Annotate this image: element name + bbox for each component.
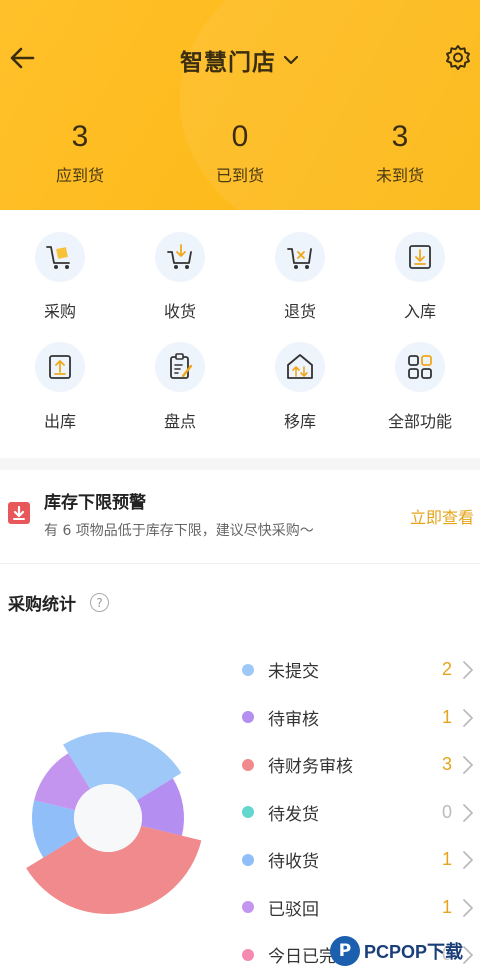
func-label: 移库 xyxy=(283,412,316,431)
settings-button[interactable] xyxy=(440,40,476,76)
func-inventory-check[interactable]: 盘点 xyxy=(120,342,240,452)
func-outbound[interactable]: 出库 xyxy=(0,342,120,452)
legend-dot xyxy=(242,901,254,914)
purchase-pie-chart xyxy=(26,732,202,914)
watermark-text: PCPOP下载 xyxy=(364,942,464,962)
cart-down-icon xyxy=(155,232,205,282)
func-receive[interactable]: 收货 xyxy=(120,232,240,342)
store-selector[interactable]: 智慧门店 xyxy=(0,42,480,78)
stat-label: 应到货 xyxy=(55,166,104,185)
stat-label: 已到货 xyxy=(215,166,264,185)
legend-item-unsubmitted[interactable]: 未提交 2 xyxy=(230,646,480,694)
legend-dot xyxy=(242,948,254,961)
page-title: 智慧门店 xyxy=(180,50,276,76)
legend-value: 3 xyxy=(441,754,452,775)
stat-value: 0 xyxy=(231,120,249,153)
stock-alert[interactable]: 库存下限预警 有 6 项物品低于库存下限，建议尽快采购～ 立即查看 xyxy=(0,478,480,558)
legend-dot xyxy=(242,663,254,676)
legend-item-pending-receipt[interactable]: 待收货 1 xyxy=(230,836,480,884)
legend-dot xyxy=(242,758,254,771)
cart-box-icon xyxy=(35,232,85,282)
func-inbound[interactable]: 入库 xyxy=(360,232,480,342)
download-alert-icon xyxy=(8,502,30,524)
legend-label: 待收货 xyxy=(268,852,319,873)
stat-arrived[interactable]: 0 已到货 xyxy=(160,118,320,186)
gear-icon xyxy=(446,45,470,70)
stat-value: 3 xyxy=(391,120,409,153)
chevron-right-icon xyxy=(463,661,473,679)
legend-dot xyxy=(242,853,254,866)
grid-icon xyxy=(395,342,445,392)
chevron-right-icon xyxy=(463,756,473,774)
alert-description: 有 6 项物品低于库存下限，建议尽快采购～ xyxy=(44,523,314,539)
func-label: 全部功能 xyxy=(387,412,452,431)
clipboard-icon xyxy=(155,342,205,392)
stat-expected[interactable]: 3 应到货 xyxy=(0,118,160,186)
view-now-link[interactable]: 立即查看 xyxy=(410,504,474,528)
inbox-down-icon xyxy=(395,232,445,282)
help-icon[interactable]: ? xyxy=(90,593,109,612)
legend-label: 未提交 xyxy=(268,662,319,683)
legend-value: 2 xyxy=(441,659,452,680)
func-label: 退货 xyxy=(283,302,316,321)
alert-title: 库存下限预警 xyxy=(44,493,146,513)
legend-item-pending-review[interactable]: 待审核 1 xyxy=(230,694,480,742)
func-purchase[interactable]: 采购 xyxy=(0,232,120,342)
legend-item-rejected[interactable]: 已驳回 1 xyxy=(230,884,480,932)
legend-label: 待财务审核 xyxy=(268,757,353,778)
func-label: 出库 xyxy=(43,412,76,431)
legend-value: 1 xyxy=(441,706,452,727)
stat-not-arrived[interactable]: 3 未到货 xyxy=(320,118,480,186)
chevron-right-icon xyxy=(463,803,473,822)
legend-value: 1 xyxy=(441,896,452,917)
section-title: 采购统计 ? xyxy=(8,590,109,615)
func-label: 采购 xyxy=(43,302,76,321)
chevron-right-icon xyxy=(463,851,473,869)
divider xyxy=(0,563,480,564)
legend-dot xyxy=(242,711,254,724)
legend-value: 0 xyxy=(441,801,452,822)
section-divider xyxy=(0,458,480,470)
tray-up-icon xyxy=(35,342,85,392)
legend-value: 1 xyxy=(441,849,452,870)
chevron-right-icon xyxy=(463,898,473,917)
func-return[interactable]: 退货 xyxy=(240,232,360,342)
func-label: 盘点 xyxy=(163,412,196,431)
func-label: 入库 xyxy=(403,302,436,321)
cart-x-icon xyxy=(275,232,325,282)
func-transfer[interactable]: 移库 xyxy=(240,342,360,452)
chevron-down-icon xyxy=(283,55,299,65)
warehouse-transfer-icon xyxy=(275,342,325,392)
legend-item-pending-finance[interactable]: 待财务审核 3 xyxy=(230,741,480,789)
arrival-stats: 3 应到货 0 已到货 3 未到货 xyxy=(0,118,480,186)
chevron-right-icon xyxy=(463,708,473,727)
legend-label: 待审核 xyxy=(268,709,319,730)
function-grid: 采购 收货 退货 入库 出库 盘点 移库 全部功能 xyxy=(0,232,480,452)
func-label: 收货 xyxy=(163,302,196,321)
legend-item-pending-shipment[interactable]: 待发货 0 xyxy=(230,789,480,837)
legend-dot xyxy=(242,806,254,819)
pie-center xyxy=(74,784,142,852)
stat-value: 3 xyxy=(71,120,89,153)
watermark-logo: P xyxy=(330,936,360,966)
section-title-text: 采购统计 xyxy=(8,595,76,615)
legend-label: 已驳回 xyxy=(268,899,319,920)
header-bar: 智慧门店 3 应到货 0 已到货 3 未到货 xyxy=(0,0,480,210)
func-all[interactable]: 全部功能 xyxy=(360,342,480,452)
legend-label: 待发货 xyxy=(268,804,319,825)
watermark: P PCPOP下载 xyxy=(330,928,480,974)
stat-label: 未到货 xyxy=(375,166,424,185)
